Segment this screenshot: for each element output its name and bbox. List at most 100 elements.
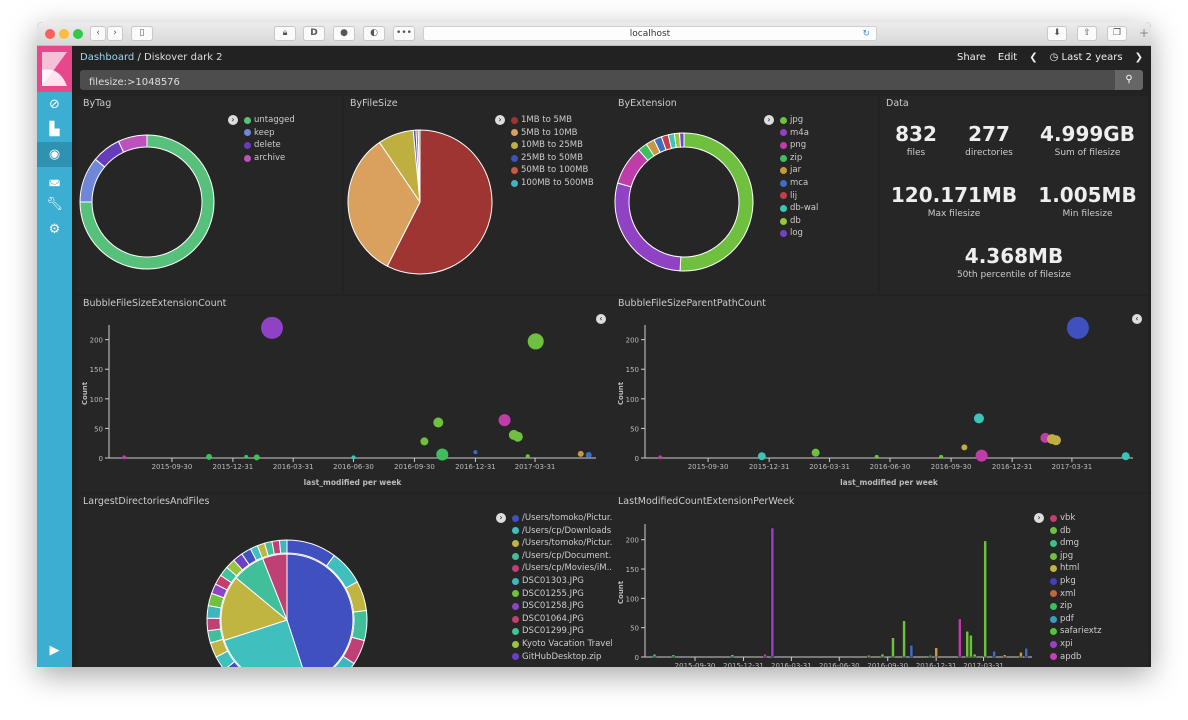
sidebar-item-timelion[interactable]: ◛ [37, 167, 72, 192]
legend-label: m4a [790, 127, 809, 138]
legend-item[interactable]: 1MB to 5MB [511, 114, 594, 127]
legend-item[interactable]: jar [780, 164, 818, 177]
largest-legend: /Users/tomoko/Pictur... /Users/cp/Downloa… [512, 512, 612, 663]
sidebar-item-dev-tools[interactable]: 🔧︎ [37, 192, 72, 217]
legend-item[interactable]: archive [244, 152, 295, 165]
legend-item[interactable]: apdb [1050, 651, 1102, 664]
dashboard-icon: ◉ [48, 147, 61, 162]
legend-color-dot [512, 577, 519, 585]
search-button[interactable]: ⚲ [1115, 70, 1143, 90]
kibana-logo[interactable] [37, 46, 72, 92]
minimize-window-button[interactable] [59, 29, 69, 39]
breadcrumb: Dashboard / Diskover dark 2 [80, 52, 223, 63]
legend-item[interactable]: 10MB to 25MB [511, 139, 594, 152]
legend-item[interactable]: /Users/cp/Document... [512, 550, 612, 563]
legend-item[interactable]: html [1050, 562, 1102, 575]
legend-item[interactable]: DSC01303.JPG [512, 575, 612, 588]
time-picker-button[interactable]: ◷ Last 2 years [1050, 52, 1123, 63]
download-icon[interactable]: ⬇ [1047, 26, 1067, 41]
d-icon[interactable]: D [303, 26, 325, 41]
abp-icon[interactable]: ● [333, 26, 355, 41]
legend-item[interactable]: delete [244, 139, 295, 152]
sidebar-item-discover[interactable]: ⊘ [37, 92, 72, 117]
legend-item[interactable]: untagged [244, 114, 295, 127]
tabs-icon[interactable]: ❐ [1107, 26, 1127, 41]
bar [992, 650, 996, 658]
legend-item[interactable]: 50MB to 100MB [511, 164, 594, 177]
legend-item[interactable]: db [1050, 525, 1102, 538]
time-prev-button[interactable]: ❮ [1029, 52, 1037, 63]
more-icon[interactable]: ••• [393, 26, 415, 41]
reload-icon[interactable]: ↻ [862, 27, 870, 41]
pie-slice [94, 140, 125, 168]
legend-toggle-button[interactable]: › [496, 513, 506, 523]
time-next-button[interactable]: ❯ [1135, 52, 1143, 63]
legend-item[interactable]: 100MB to 500MB [511, 177, 594, 190]
legend-item[interactable]: DSC01299.JPG [512, 625, 612, 638]
legend-item[interactable]: zip [780, 152, 818, 165]
dashboard-header: Dashboard / Diskover dark 2 Share Edit ❮… [72, 46, 1151, 92]
share-button[interactable]: Share [957, 52, 986, 63]
o-icon[interactable]: ◐ [363, 26, 385, 41]
legend-item[interactable]: Kyoto Vacation Travel... [512, 638, 612, 651]
legend-item[interactable]: xml [1050, 588, 1102, 601]
legend-toggle-button[interactable]: › [228, 115, 238, 125]
bubbles [122, 317, 592, 461]
legend-item[interactable]: /Users/tomoko/Pictur... [512, 512, 612, 525]
breadcrumb-dashboard-link[interactable]: Dashboard [80, 52, 134, 63]
new-tab-icon[interactable]: + [1139, 26, 1149, 40]
legend-item[interactable]: jpg [1050, 550, 1102, 563]
sidebar-item-management[interactable]: ⚙ [37, 217, 72, 242]
legend-item[interactable]: m4a [780, 127, 818, 140]
close-window-button[interactable] [45, 29, 55, 39]
legend-item[interactable]: xpi [1050, 638, 1102, 651]
legend-item[interactable]: safariextz [1050, 625, 1102, 638]
legend-item[interactable]: dmg [1050, 537, 1102, 550]
legend-item[interactable]: keep [244, 127, 295, 140]
legend-toggle-button[interactable]: ‹ [596, 314, 606, 324]
legend-item[interactable]: DSC01064.JPG [512, 613, 612, 626]
legend-toggle-button[interactable]: › [764, 115, 774, 125]
search-input[interactable] [80, 73, 1037, 92]
panel-largest-dirs-files: LargestDirectoriesAndFiles › /Users/tomo… [77, 494, 612, 667]
legend-item[interactable]: db [780, 215, 818, 228]
legend-toggle-button[interactable]: ‹ [1132, 314, 1142, 324]
legend-toggle-button[interactable]: › [495, 115, 505, 125]
x-tick-label: 2015-12-31 [723, 662, 764, 667]
legend-color-dot [512, 565, 519, 573]
legend-item[interactable]: lij [780, 190, 818, 203]
legend-item[interactable]: 25MB to 50MB [511, 152, 594, 165]
legend-color-dot [780, 230, 787, 238]
forward-button[interactable]: › [107, 26, 123, 41]
maximize-window-button[interactable] [73, 29, 83, 39]
legend-label: DSC01064.JPG [522, 613, 584, 624]
legend-item[interactable]: pdf [1050, 613, 1102, 626]
legend-item[interactable]: 5MB to 10MB [511, 127, 594, 140]
sidebar-item-dashboard[interactable]: ◉ [37, 142, 72, 167]
legend-item[interactable]: DSC01255.JPG [512, 588, 612, 601]
legend-item[interactable]: jpg [780, 114, 818, 127]
legend-item[interactable]: log [780, 227, 818, 240]
legend-item[interactable]: /Users/tomoko/Pictur... [512, 537, 612, 550]
legend-item[interactable]: pkg [1050, 575, 1102, 588]
legend-item[interactable]: zip [1050, 600, 1102, 613]
legend-item[interactable]: DSC01258.JPG [512, 600, 612, 613]
sidebar-item-visualize[interactable]: ▙ [37, 117, 72, 142]
pie-slice [679, 132, 754, 272]
legend-item[interactable]: mca [780, 177, 818, 190]
share-icon[interactable]: ⇧ [1077, 26, 1097, 41]
legend-item[interactable]: /Users/cp/Downloads [512, 525, 612, 538]
sidebar-toggle-icon[interactable]: ▯ [131, 26, 153, 41]
back-button[interactable]: ‹ [90, 26, 106, 41]
clock-icon: ◷ [1049, 52, 1062, 63]
address-bar[interactable]: localhost ↻ [423, 26, 877, 41]
lock-icon[interactable]: 🔒︎ [274, 26, 296, 41]
legend-item[interactable]: db-wal [780, 202, 818, 215]
legend-item[interactable]: png [780, 139, 818, 152]
legend-item[interactable]: /Users/cp/Movies/iM... [512, 562, 612, 575]
legend-item[interactable]: GitHubDesktop.zip [512, 651, 612, 664]
legend-item[interactable]: vbk [1050, 512, 1102, 525]
edit-button[interactable]: Edit [998, 52, 1017, 63]
collapse-sidebar-button[interactable]: ▶ [37, 638, 72, 663]
legend-toggle-button[interactable]: › [1034, 513, 1044, 523]
